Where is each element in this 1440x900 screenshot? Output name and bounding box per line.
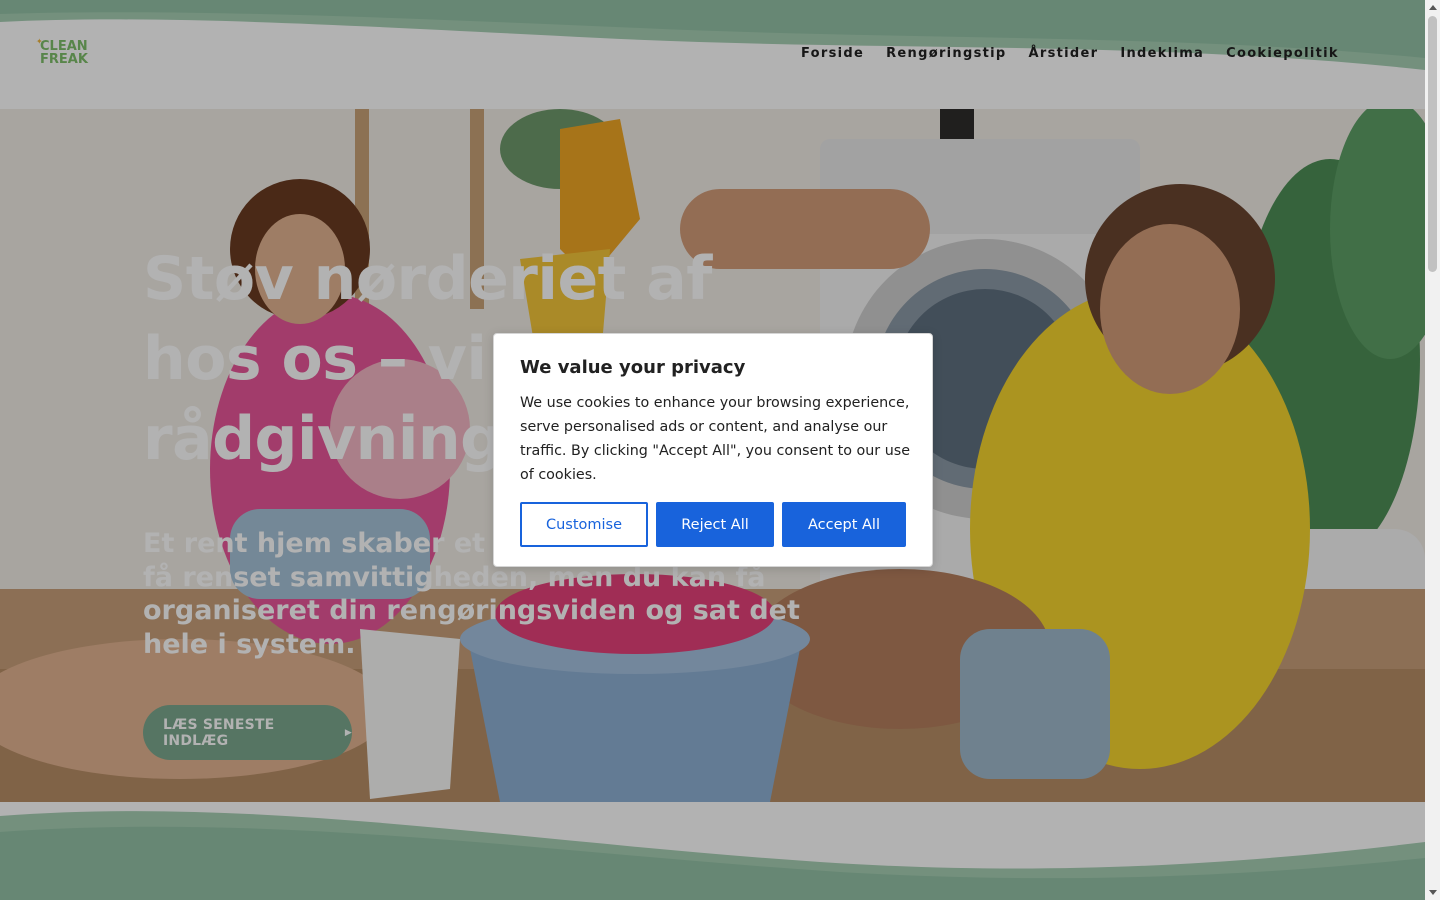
cookie-dialog-title: We value your privacy [520, 357, 746, 378]
cookie-dialog-description: We use cookies to enhance your browsing … [520, 395, 911, 483]
customise-button[interactable]: Customise [520, 502, 648, 547]
scroll-up-arrow-icon[interactable] [1429, 5, 1437, 10]
reject-all-button[interactable]: Reject All [656, 502, 774, 547]
scrollbar-thumb[interactable] [1428, 16, 1437, 272]
scroll-down-arrow-icon[interactable] [1429, 890, 1437, 895]
accept-all-button[interactable]: Accept All [782, 502, 906, 547]
cookie-consent-dialog: We value your privacy We use cookies to … [493, 333, 933, 567]
cookie-dialog-actions: Customise Reject All Accept All [520, 502, 906, 547]
page-scrollbar[interactable] [1425, 0, 1440, 900]
